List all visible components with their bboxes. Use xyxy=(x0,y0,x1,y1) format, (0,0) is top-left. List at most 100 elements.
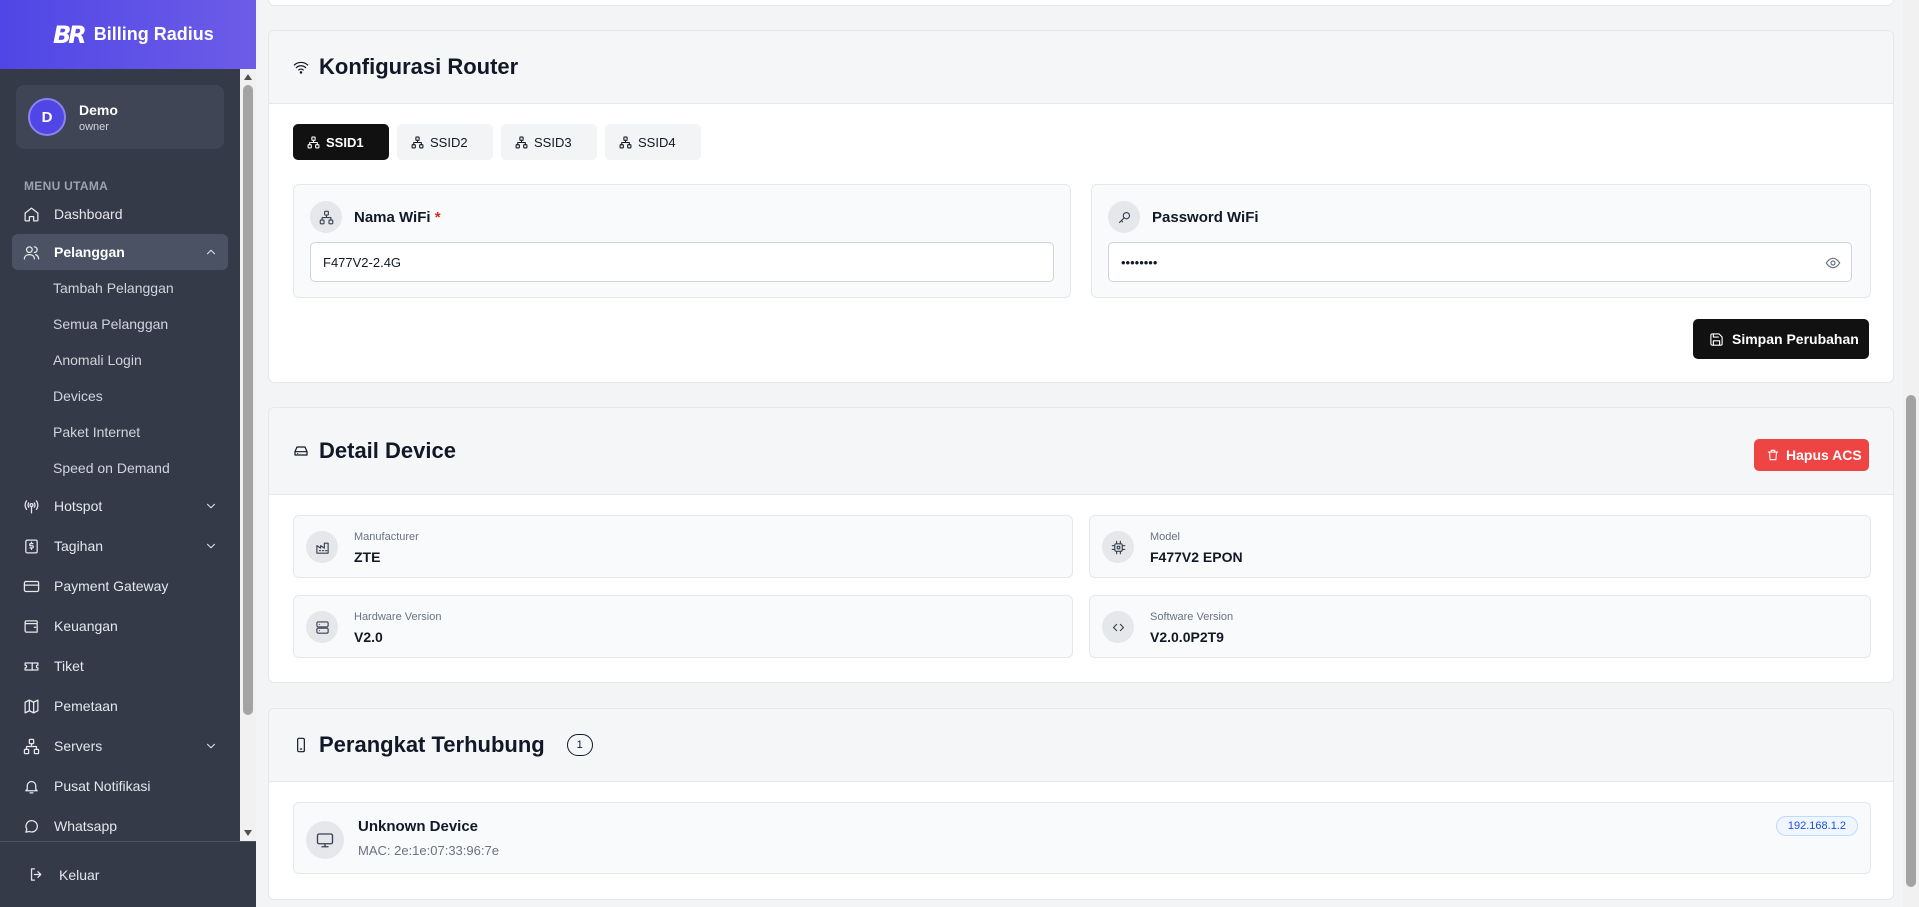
scroll-up-arrow[interactable] xyxy=(244,74,252,80)
sidebar-item-pusat-notifikasi[interactable]: Pusat Notifikasi xyxy=(12,766,228,806)
icon-badge xyxy=(306,611,338,643)
users-icon xyxy=(23,245,40,260)
sidebar-item-label: Dashboard xyxy=(54,206,123,222)
previous-card xyxy=(268,0,1894,6)
network-icon xyxy=(23,738,40,754)
connected-devices-title: Perangkat Terhubung xyxy=(319,732,545,757)
eye-icon[interactable] xyxy=(1825,255,1841,271)
sidebar-item-pemetaan[interactable]: Pemetaan xyxy=(12,686,228,726)
wifi-password-group: Password WiFi •••••••• xyxy=(1091,184,1871,298)
key-icon xyxy=(1118,211,1130,223)
user-card[interactable]: D Demo owner xyxy=(16,85,224,149)
icon-badge xyxy=(306,531,338,563)
sidebar-subitem-devices[interactable]: Devices xyxy=(12,378,228,414)
wifi-name-label-text: Nama WiFi xyxy=(354,209,431,226)
wifi-name-label: Nama WiFi * xyxy=(354,209,441,226)
device-detail-header: Detail Device xyxy=(269,408,1893,495)
bell-icon xyxy=(25,780,38,794)
sidebar-item-keuangan[interactable]: Keuangan xyxy=(12,606,228,646)
sidebar-scrollbar-thumb[interactable] xyxy=(243,85,253,715)
broadcast-icon xyxy=(24,499,39,514)
sidebar-item-label: Tagihan xyxy=(54,538,104,554)
network-icon xyxy=(619,136,632,148)
user-name: Demo xyxy=(79,101,118,118)
save-button[interactable]: Simpan Perubahan xyxy=(1693,319,1869,359)
router-config-card: Konfigurasi Router SSID1 SSID2 SSID3 SSI… xyxy=(268,30,1894,383)
ticket-icon xyxy=(24,661,39,671)
wifi-icon xyxy=(293,61,309,74)
sidebar-item-label: Pusat Notifikasi xyxy=(54,778,151,794)
password-value: •••••••• xyxy=(1121,254,1158,270)
chevron-down-icon xyxy=(206,543,216,549)
sidebar-item-servers[interactable]: Servers xyxy=(12,726,228,766)
device-count-badge: 1 xyxy=(566,734,593,756)
sidebar-item-tiket[interactable]: Tiket xyxy=(12,646,228,686)
hardware-version-value: V2.0 xyxy=(354,629,383,645)
device-name: Unknown Device xyxy=(358,818,479,835)
delete-acs-label: Hapus ACS xyxy=(1786,447,1862,463)
chevron-down-icon xyxy=(206,503,216,509)
list-item[interactable]: Unknown Device MAC: 2e:1e:07:33:96:7e 19… xyxy=(293,802,1871,874)
icon-badge xyxy=(1102,611,1134,643)
sidebar-item-label: Hotspot xyxy=(54,498,103,514)
invoice-icon xyxy=(25,538,38,554)
connected-devices-card: Perangkat Terhubung 1 Unknown Device MAC… xyxy=(268,708,1894,900)
cpu-icon xyxy=(1111,540,1125,554)
page-scrollbar[interactable] xyxy=(1903,0,1919,907)
page-scrollbar-thumb[interactable] xyxy=(1906,395,1916,887)
device-mac: MAC: 2e:1e:07:33:96:7e xyxy=(358,843,499,858)
sidebar-subitem-anomali-login[interactable]: Anomali Login xyxy=(12,342,228,378)
icon-badge xyxy=(1102,531,1134,563)
tab-ssid3[interactable]: SSID3 xyxy=(501,124,597,160)
tab-label: SSID1 xyxy=(326,134,364,150)
logout-icon xyxy=(30,868,42,881)
wifi-password-input[interactable]: •••••••• xyxy=(1108,242,1852,282)
sidebar-subitem-tambah-pelanggan[interactable]: Tambah Pelanggan xyxy=(12,270,228,306)
router-config-title: Konfigurasi Router xyxy=(319,54,519,79)
map-icon xyxy=(24,698,39,714)
sidebar-item-whatsapp[interactable]: Whatsapp xyxy=(12,806,228,841)
device-detail-title: Detail Device xyxy=(319,438,456,463)
sidebar-item-hotspot[interactable]: Hotspot xyxy=(12,486,228,526)
software-version-info: Software Version V2.0.0P2T9 xyxy=(1089,595,1871,658)
sidebar-item-dashboard[interactable]: Dashboard xyxy=(12,194,228,234)
hardware-version-label: Hardware Version xyxy=(354,611,442,623)
scroll-down-arrow[interactable] xyxy=(244,830,252,836)
sidebar-scroll-area: D Demo owner MENU UTAMA Dashboard Pelang… xyxy=(0,69,240,841)
sidebar-item-payment-gateway[interactable]: Payment Gateway xyxy=(12,566,228,606)
sidebar-subitem-speed-on-demand[interactable]: Speed on Demand xyxy=(12,450,228,486)
sidebar-item-label: Whatsapp xyxy=(54,818,118,834)
sidebar-nav: Dashboard Pelanggan Tambah Pelanggan Sem… xyxy=(12,194,228,841)
sidebar-item-label: Pemetaan xyxy=(54,698,118,714)
factory-icon xyxy=(315,542,329,554)
hard-drive-icon xyxy=(294,446,308,456)
save-icon xyxy=(1710,332,1723,346)
tab-ssid2[interactable]: SSID2 xyxy=(397,124,493,160)
wifi-name-input[interactable]: F477V2-2.4G xyxy=(310,242,1054,282)
icon-badge xyxy=(1108,201,1140,233)
trash-icon xyxy=(1767,449,1779,461)
chevron-up-icon xyxy=(206,249,216,255)
wifi-password-label: Password WiFi xyxy=(1152,209,1259,226)
software-version-label: Software Version xyxy=(1150,611,1234,623)
manufacturer-value: ZTE xyxy=(354,549,381,565)
sidebar-scrollbar[interactable] xyxy=(240,69,256,841)
sidebar-item-label: Payment Gateway xyxy=(54,578,169,594)
logout-button[interactable]: Keluar xyxy=(0,841,256,907)
save-button-label: Simpan Perubahan xyxy=(1732,331,1859,347)
sidebar-item-label: Servers xyxy=(54,738,103,754)
model-info: Model F477V2 EPON xyxy=(1089,515,1871,578)
tab-ssid1[interactable]: SSID1 xyxy=(293,124,389,160)
sidebar-item-tagihan[interactable]: Tagihan xyxy=(12,526,228,566)
network-icon xyxy=(411,136,424,148)
network-icon xyxy=(307,136,320,148)
tab-ssid4[interactable]: SSID4 xyxy=(605,124,701,160)
sidebar-subitem-paket-internet[interactable]: Paket Internet xyxy=(12,414,228,450)
sidebar-subitem-semua-pelanggan[interactable]: Semua Pelanggan xyxy=(12,306,228,342)
sidebar-item-pelanggan[interactable]: Pelanggan xyxy=(12,234,228,270)
brand-name: Billing Radius xyxy=(93,24,214,44)
delete-acs-button[interactable]: Hapus ACS xyxy=(1754,439,1869,471)
network-icon xyxy=(515,136,528,148)
avatar: D xyxy=(28,98,66,136)
brand-header[interactable]: BR Billing Radius xyxy=(0,0,256,69)
